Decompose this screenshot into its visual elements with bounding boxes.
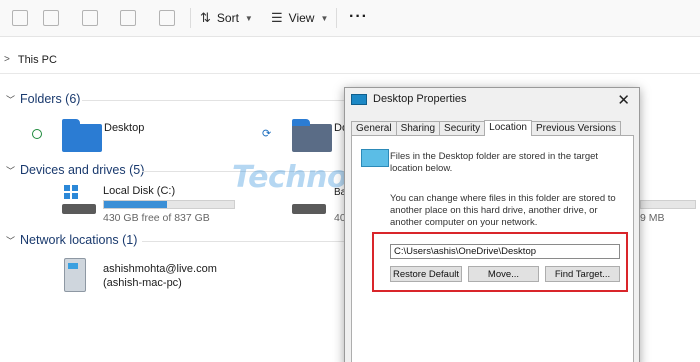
properties-dialog: Desktop Properties ✕ General Sharing Sec… bbox=[344, 87, 640, 362]
target-path-input[interactable] bbox=[390, 244, 620, 259]
sort-button[interactable]: ⇅ Sort ▼ bbox=[200, 8, 253, 28]
chevron-down-icon: ▼ bbox=[244, 13, 253, 23]
location-instructions: You can change where files in this folde… bbox=[390, 193, 616, 228]
group-divider bbox=[82, 100, 344, 101]
toolbar-divider bbox=[336, 8, 337, 28]
dialog-titlebar: Desktop Properties bbox=[351, 93, 467, 105]
drive-3-free: 9 MB bbox=[640, 212, 665, 224]
tab-general[interactable]: General bbox=[351, 121, 397, 135]
group-divider bbox=[142, 171, 344, 172]
windows-logo-icon bbox=[64, 185, 78, 199]
chevron-right-icon: > bbox=[4, 54, 10, 65]
more-icon[interactable]: ··· bbox=[349, 8, 368, 26]
sync-ok-icon bbox=[32, 129, 42, 139]
chevron-down-icon: ﹀ bbox=[6, 94, 16, 105]
chevron-down-icon: ﹀ bbox=[6, 165, 16, 176]
find-target-button[interactable]: Find Target... bbox=[545, 266, 620, 282]
location-description: Files in the Desktop folder are stored i… bbox=[390, 151, 599, 174]
breadcrumb[interactable]: This PC bbox=[18, 54, 57, 66]
drive-c-free: 430 GB free of 837 GB bbox=[103, 212, 210, 224]
drive-icon[interactable] bbox=[292, 204, 326, 214]
move-button[interactable]: Move... bbox=[468, 266, 539, 282]
sort-label: Sort bbox=[216, 11, 239, 25]
dialog-title: Desktop Properties bbox=[373, 93, 467, 105]
group-header-devices[interactable]: ﹀ Devices and drives (5) bbox=[6, 163, 144, 177]
drive-c-label[interactable]: Local Disk (C:) bbox=[103, 185, 175, 197]
folder-icon bbox=[361, 149, 389, 167]
drive-3-usage-bar bbox=[640, 200, 696, 209]
folder-icon[interactable] bbox=[62, 119, 102, 152]
close-icon[interactable]: ✕ bbox=[617, 91, 630, 109]
usage-fill bbox=[104, 201, 168, 208]
network-computer-icon[interactable] bbox=[64, 258, 86, 292]
chevron-down-icon: ▼ bbox=[320, 13, 329, 23]
network-item-name[interactable]: ashishmohta@live.com bbox=[103, 263, 217, 275]
location-panel: Files in the Desktop folder are stored i… bbox=[351, 135, 634, 362]
restore-default-button[interactable]: Restore Default bbox=[390, 266, 462, 282]
group-title: Devices and drives (5) bbox=[20, 163, 145, 177]
sort-icon: ⇅ bbox=[200, 10, 211, 25]
group-divider bbox=[142, 241, 344, 242]
chevron-down-icon: ﹀ bbox=[6, 235, 16, 246]
delete-icon[interactable] bbox=[159, 10, 175, 26]
group-header-folders[interactable]: ﹀ Folders (6) bbox=[6, 92, 80, 106]
rename-icon[interactable] bbox=[82, 10, 98, 26]
tab-previous-versions[interactable]: Previous Versions bbox=[530, 121, 622, 135]
view-icon: ☰ bbox=[271, 10, 283, 25]
sync-icon: ⟳ bbox=[262, 128, 272, 140]
group-title: Folders (6) bbox=[20, 92, 81, 106]
folder-icon[interactable] bbox=[292, 119, 332, 152]
toolbar-divider bbox=[190, 8, 191, 28]
group-header-network[interactable]: ﹀ Network locations (1) bbox=[6, 233, 137, 247]
drive-c-usage-bar bbox=[103, 200, 235, 209]
network-item-host: (ashish-mac-pc) bbox=[103, 277, 182, 289]
share-icon[interactable] bbox=[120, 10, 136, 26]
tab-location[interactable]: Location bbox=[484, 120, 532, 136]
drive-icon[interactable] bbox=[62, 204, 96, 214]
tab-sharing[interactable]: Sharing bbox=[395, 121, 441, 135]
view-button[interactable]: ☰ View ▼ bbox=[271, 8, 328, 28]
folder-icon bbox=[351, 93, 367, 105]
tab-strip: General Sharing Security Location Previo… bbox=[351, 120, 622, 136]
group-title: Network locations (1) bbox=[20, 233, 138, 247]
view-label: View bbox=[288, 11, 315, 25]
folder-desktop[interactable]: Desktop bbox=[104, 122, 144, 134]
tab-security[interactable]: Security bbox=[439, 121, 486, 135]
command-bar: ⇅ Sort ▼ ☰ View ▼ ··· bbox=[0, 0, 700, 37]
copy-icon[interactable] bbox=[43, 10, 59, 26]
address-bar[interactable]: > This PC bbox=[0, 46, 700, 74]
new-icon[interactable] bbox=[12, 10, 28, 26]
